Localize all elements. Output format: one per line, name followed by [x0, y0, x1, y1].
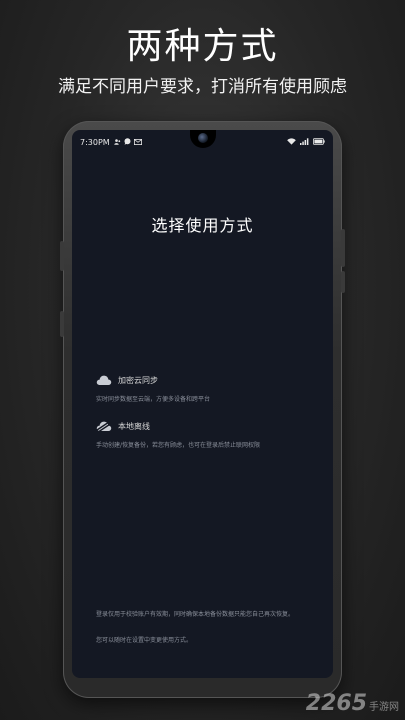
option-description: 实时同步数据至云端，方便多设备和跨平台	[96, 396, 211, 403]
option-label: 本地离线	[118, 421, 150, 431]
option-label: 加密云同步	[118, 375, 158, 385]
battery-icon	[313, 138, 325, 145]
option-description: 手动创建/恢复备份，若您有顾虑，也可在登录后禁止联网权限	[96, 442, 261, 449]
screen-title: 选择使用方式	[151, 216, 254, 235]
mail-icon	[134, 138, 142, 145]
status-bar: 7:30PM	[72, 130, 333, 154]
phone-side-button	[341, 229, 345, 267]
phone-side-button	[341, 271, 345, 293]
phone-screen: 7:30PM 选择使用方式 加密云同步 实时同步数据至云端，方便多设备和跨平台 …	[72, 130, 333, 678]
wifi-icon	[287, 138, 296, 145]
phone-side-button	[60, 311, 64, 337]
phone-frame: 7:30PM 选择使用方式 加密云同步 实时同步数据至云端，方便多设备和跨平台 …	[60, 121, 345, 698]
watermark: 2265 手游网	[306, 691, 399, 716]
chat-bubble-icon	[124, 138, 131, 145]
promo-title: 两种方式	[126, 26, 279, 67]
option-cloud-sync[interactable]: 加密云同步 实时同步数据至云端，方便多设备和跨平台	[96, 374, 316, 404]
option-local-offline[interactable]: 本地离线 手动创建/恢复备份，若您有顾虑，也可在登录后禁止联网权限	[96, 420, 316, 449]
local-disk-icon	[96, 421, 112, 432]
phone-side-button	[60, 241, 64, 271]
change-mode-note: 您可以随时在设置中变更使用方式。	[96, 637, 193, 644]
login-note: 登录仅用于校验账户有效期，同时确保本地备份数据只能您自己再次恢复。	[96, 611, 295, 618]
promo-subtitle: 满足不同用户要求，打消所有使用顾虑	[58, 77, 347, 97]
status-time: 7:30PM	[80, 138, 110, 147]
status-left-icons	[114, 138, 142, 145]
front-camera-notch	[190, 130, 216, 148]
signal-icon	[300, 138, 309, 145]
camera-icon	[198, 133, 208, 143]
status-right-icons	[287, 138, 325, 145]
cloud-icon	[96, 375, 112, 385]
watermark-text: 手游网	[369, 702, 399, 713]
contacts-icon	[114, 138, 121, 145]
watermark-number: 2265	[305, 691, 367, 716]
